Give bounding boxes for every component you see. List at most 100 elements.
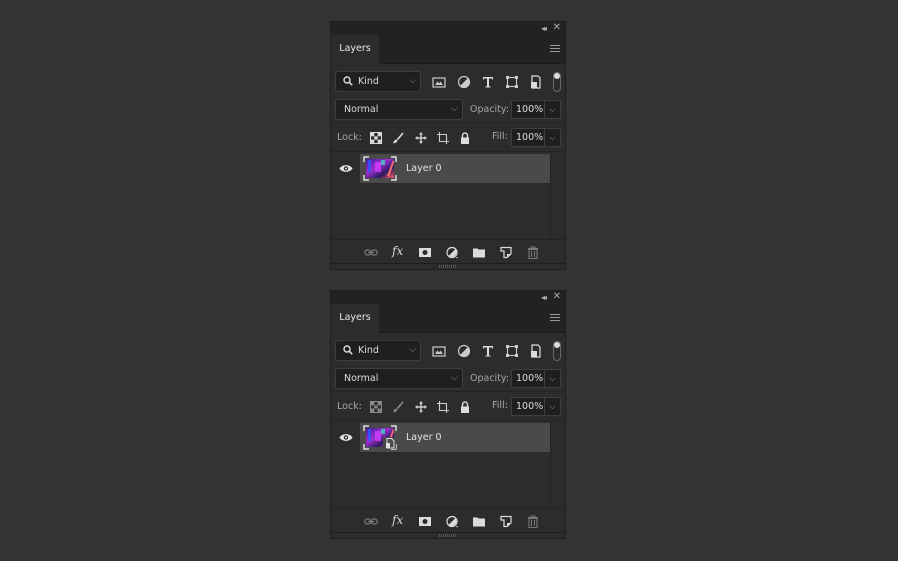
close-panel-icon[interactable]: ✕ (553, 291, 561, 303)
filter-toggle[interactable] (553, 341, 561, 361)
layers-list[interactable]: Layer 0 (331, 153, 565, 239)
lock-position-icon[interactable] (415, 132, 427, 144)
link-layers-icon[interactable] (364, 515, 378, 528)
layers-scrollbar[interactable] (550, 422, 551, 508)
adjustment-filter-icon[interactable] (457, 75, 471, 89)
type-filter-icon[interactable] (481, 344, 495, 358)
filter-kind-label: Kind (358, 76, 379, 87)
fill-label: Fill: (492, 131, 508, 142)
search-icon (343, 345, 353, 355)
tab-layers[interactable]: Layers (331, 304, 379, 333)
shape-filter-icon[interactable] (505, 344, 519, 358)
lock-image-pixels-icon[interactable] (392, 401, 404, 413)
lock-row: Lock: Fill: 100% ⌵ (331, 125, 565, 152)
panel-footer: fx (331, 239, 565, 264)
image-filter-icon[interactable] (432, 344, 446, 358)
layers-scrollbar[interactable] (550, 153, 551, 239)
lock-all-icon[interactable] (459, 401, 471, 413)
lock-transparent-pixels-icon[interactable] (370, 132, 382, 144)
panel-menu-icon[interactable] (550, 45, 560, 53)
new-group-icon[interactable] (472, 515, 486, 528)
chevron-down-icon: ⌵ (409, 76, 416, 86)
resize-grip-icon[interactable] (439, 265, 457, 268)
panel-titlebar[interactable]: ◂◂ ✕ (331, 22, 565, 35)
fill-field[interactable]: 100% ⌵ (511, 397, 561, 416)
lock-row: Lock: Fill: 100% ⌵ (331, 394, 565, 421)
filter-toggle[interactable] (553, 72, 561, 92)
close-panel-icon[interactable]: ✕ (553, 22, 561, 34)
add-mask-icon[interactable] (418, 246, 432, 259)
tab-layers[interactable]: Layers (331, 35, 379, 64)
new-adjustment-icon[interactable] (445, 246, 459, 259)
new-adjustment-icon[interactable] (445, 515, 459, 528)
layer-name[interactable]: Layer 0 (406, 154, 442, 183)
opacity-field[interactable]: 100% ⌵ (511, 369, 561, 388)
smart-object-filter-icon[interactable] (529, 75, 543, 89)
blend-mode-dropdown[interactable]: Normal ⌵ (335, 99, 463, 120)
filter-kind-dropdown[interactable]: Kind ⌵ (335, 71, 421, 92)
panel-footer: fx (331, 508, 565, 533)
layer-row[interactable]: Layer 0 (360, 423, 550, 452)
collapse-panel-icon[interactable]: ◂◂ (541, 23, 547, 34)
collapse-panel-icon[interactable]: ◂◂ (541, 292, 547, 303)
layer-thumbnail[interactable] (363, 425, 397, 450)
fx-icon[interactable]: fx (392, 243, 408, 258)
type-filter-icon[interactable] (481, 75, 495, 89)
fill-value: 100% (516, 401, 544, 412)
shape-filter-icon[interactable] (505, 75, 519, 89)
layers-list[interactable]: Layer 0 (331, 422, 565, 508)
filter-row: Kind ⌵ (331, 68, 565, 96)
panel-resize-handle[interactable] (331, 263, 565, 270)
fill-field[interactable]: 100% ⌵ (511, 128, 561, 147)
opacity-dropdown[interactable]: ⌵ (544, 370, 560, 387)
new-layer-icon[interactable] (499, 515, 513, 528)
lock-image-pixels-icon[interactable] (392, 132, 404, 144)
layers-panel-top: ◂◂ ✕ Layers Kind ⌵ Normal ⌵ Opacity: 100… (330, 21, 566, 270)
visibility-eye-icon[interactable] (339, 164, 353, 173)
lock-artboard-icon[interactable] (437, 401, 449, 413)
fill-dropdown[interactable]: ⌵ (544, 129, 560, 146)
chevron-down-icon: ⌵ (409, 345, 416, 355)
filter-row: Kind ⌵ (331, 337, 565, 365)
opacity-value: 100% (516, 373, 544, 384)
lock-position-icon[interactable] (415, 401, 427, 413)
lock-label: Lock: (337, 132, 362, 143)
opacity-value: 100% (516, 104, 544, 115)
blend-mode-value: Normal (344, 104, 379, 115)
opacity-label: Opacity: (470, 104, 510, 115)
delete-layer-icon[interactable] (526, 515, 540, 528)
fill-value: 100% (516, 132, 544, 143)
resize-grip-icon[interactable] (439, 534, 457, 537)
adjustment-filter-icon[interactable] (457, 344, 471, 358)
panel-tab-bar: Layers (331, 35, 565, 64)
layer-thumbnail[interactable] (363, 156, 397, 181)
panel-resize-handle[interactable] (331, 532, 565, 539)
new-group-icon[interactable] (472, 246, 486, 259)
lock-all-icon[interactable] (459, 132, 471, 144)
panel-menu-icon[interactable] (550, 314, 560, 322)
blend-mode-dropdown[interactable]: Normal ⌵ (335, 368, 463, 389)
add-mask-icon[interactable] (418, 515, 432, 528)
layer-row[interactable]: Layer 0 (360, 154, 550, 183)
smart-object-filter-icon[interactable] (529, 344, 543, 358)
image-filter-icon[interactable] (432, 75, 446, 89)
opacity-field[interactable]: 100% ⌵ (511, 100, 561, 119)
link-layers-icon[interactable] (364, 246, 378, 259)
layer-name[interactable]: Layer 0 (406, 423, 442, 452)
new-layer-icon[interactable] (499, 246, 513, 259)
layers-panel-bottom: ◂◂ ✕ Layers Kind ⌵ Normal ⌵ Opacity: 100… (330, 290, 566, 539)
filter-kind-dropdown[interactable]: Kind ⌵ (335, 340, 421, 361)
opacity-label: Opacity: (470, 373, 510, 384)
visibility-eye-icon[interactable] (339, 433, 353, 442)
fill-dropdown[interactable]: ⌵ (544, 398, 560, 415)
smart-object-badge-icon (383, 437, 396, 449)
opacity-dropdown[interactable]: ⌵ (544, 101, 560, 118)
blend-row: Normal ⌵ Opacity: 100% ⌵ (331, 367, 565, 392)
delete-layer-icon[interactable] (526, 246, 540, 259)
fx-icon[interactable]: fx (392, 512, 408, 527)
chevron-down-icon: ⌵ (451, 104, 458, 114)
panel-titlebar[interactable]: ◂◂ ✕ (331, 291, 565, 304)
chevron-down-icon: ⌵ (451, 373, 458, 383)
lock-transparent-pixels-icon[interactable] (370, 401, 382, 413)
lock-artboard-icon[interactable] (437, 132, 449, 144)
